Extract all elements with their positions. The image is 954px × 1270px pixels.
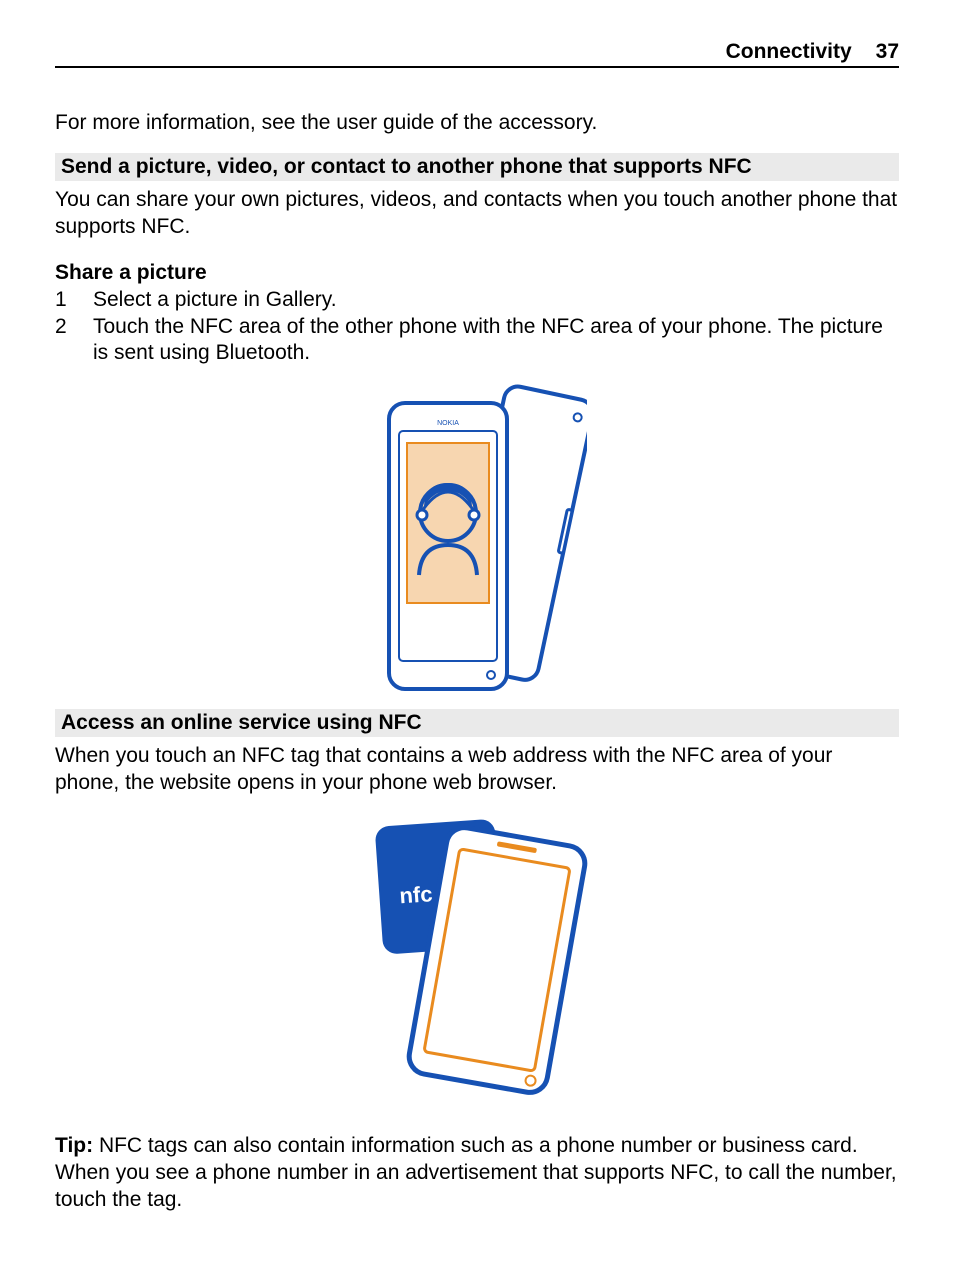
step-item: 1 Select a picture in Gallery.: [55, 287, 899, 314]
two-phones-nfc-icon: NOKIA: [367, 383, 587, 693]
tip-text: NFC tags can also contain information su…: [55, 1134, 897, 1211]
illustration-nfc-tag-phone: nfc: [55, 813, 899, 1109]
step-number: 2: [55, 314, 93, 341]
section-heading-send-nfc: Send a picture, video, or contact to ano…: [55, 153, 899, 181]
step-text: Touch the NFC area of the other phone wi…: [93, 314, 899, 368]
section2-paragraph: When you touch an NFC tag that contains …: [55, 743, 899, 797]
page-header: Connectivity 37: [55, 40, 899, 68]
subheading-share-picture: Share a picture: [55, 261, 899, 285]
tip-paragraph: Tip: NFC tags can also contain informati…: [55, 1133, 899, 1214]
step-text: Select a picture in Gallery.: [93, 287, 337, 314]
share-picture-steps: 1 Select a picture in Gallery. 2 Touch t…: [55, 287, 899, 368]
intro-paragraph: For more information, see the user guide…: [55, 110, 899, 137]
nfc-tag-phone-icon: nfc: [347, 813, 607, 1103]
header-section-title: Connectivity: [726, 40, 852, 64]
nfc-tag-label: nfc: [399, 881, 434, 908]
nokia-brand-label: NOKIA: [437, 420, 459, 427]
illustration-two-phones: NOKIA: [55, 383, 899, 699]
tip-label: Tip:: [55, 1134, 93, 1157]
section-heading-access-online-nfc: Access an online service using NFC: [55, 709, 899, 737]
step-number: 1: [55, 287, 93, 314]
section1-paragraph: You can share your own pictures, videos,…: [55, 187, 899, 241]
step-item: 2 Touch the NFC area of the other phone …: [55, 314, 899, 368]
header-page-number: 37: [876, 40, 899, 64]
page: Connectivity 37 For more information, se…: [0, 0, 954, 1270]
